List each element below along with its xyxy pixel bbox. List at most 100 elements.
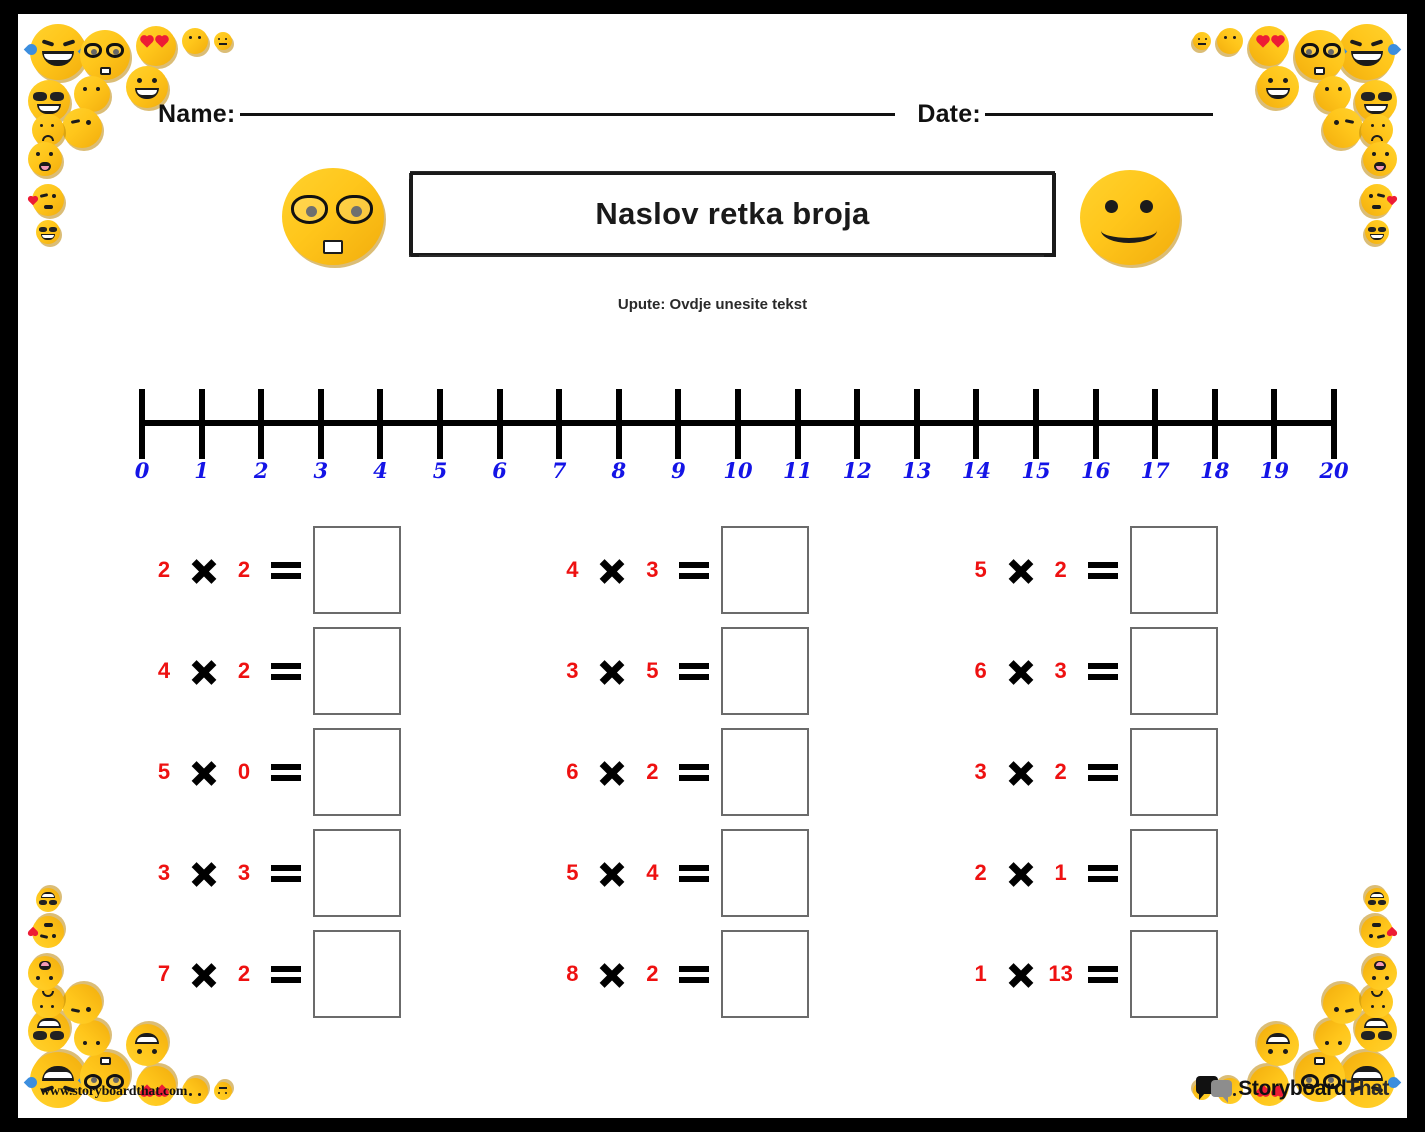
problem-row: 33 [123, 822, 531, 923]
multiply-icon [589, 959, 635, 989]
answer-box[interactable] [721, 929, 810, 1018]
number-line-tick [139, 389, 145, 459]
problem-row: 21 [940, 822, 1348, 923]
site-url: www.storyboardthat.com [40, 1084, 188, 1099]
problem-row: 54 [531, 822, 939, 923]
operand-left: 5 [157, 758, 171, 784]
speech-bubble-icon [1196, 1076, 1233, 1103]
number-line-label: 19 [1259, 458, 1289, 483]
problem-row: 63 [940, 620, 1348, 721]
answer-box[interactable] [313, 525, 401, 614]
operand-right: 2 [1054, 556, 1067, 582]
operand-left: 3 [974, 758, 987, 784]
number-line: 0 1 2 3 4 5 6 7 8 9 10 11 12 13 14 15 16 17 18 19 20 [123, 384, 1349, 494]
tiny-face-emoji [1193, 32, 1211, 50]
equals-icon [265, 963, 311, 985]
kiss-heart-emoji [1361, 184, 1397, 216]
operand-right: 2 [237, 960, 251, 986]
answer-box[interactable] [313, 727, 401, 816]
multiply-icon [181, 656, 227, 686]
problem-row: 22 [123, 519, 531, 620]
problem-row: 35 [531, 620, 939, 721]
problem-row: 82 [531, 923, 939, 1024]
smiley-face-emoji [1080, 170, 1180, 265]
smile-emoji [74, 76, 110, 112]
operand-left: 4 [566, 556, 579, 582]
answer-box[interactable] [721, 828, 810, 917]
number-line-label: 9 [671, 458, 686, 483]
kiss-heart-emoji [1361, 916, 1397, 948]
multiply-icon [181, 757, 227, 787]
heart-eyes-emoji [136, 26, 176, 66]
shocked-face-emoji [28, 142, 62, 176]
equals-icon [265, 862, 311, 884]
number-line-tick [1152, 389, 1159, 459]
number-line-label: 17 [1140, 458, 1170, 483]
wink-emoji [62, 984, 102, 1024]
date-input-line[interactable] [985, 113, 1214, 116]
multiply-icon [181, 858, 227, 888]
number-line-label: 12 [842, 458, 872, 483]
small-sunglasses-emoji [36, 220, 60, 244]
number-line-label: 15 [1021, 458, 1051, 483]
operand-right: 4 [646, 859, 659, 885]
number-line-tick [1033, 389, 1039, 459]
smile-emoji [1315, 76, 1351, 112]
equals-icon [673, 660, 719, 682]
number-line-tick [854, 389, 861, 459]
number-line-tick [317, 389, 324, 459]
operand-right: 2 [1054, 758, 1067, 784]
small-smile-emoji [1217, 28, 1243, 54]
operand-left: 6 [566, 758, 579, 784]
number-line-label: 10 [723, 458, 753, 483]
equals-icon [673, 862, 719, 884]
multiply-icon [998, 555, 1044, 585]
equals-icon [265, 761, 311, 783]
answer-box[interactable] [313, 929, 401, 1018]
multiply-icon [998, 858, 1044, 888]
equals-icon [1082, 660, 1128, 682]
equals-icon [265, 559, 311, 581]
answer-box[interactable] [721, 626, 810, 715]
multiply-icon [998, 656, 1044, 686]
operand-right: 3 [1054, 657, 1067, 683]
operand-left: 6 [974, 657, 987, 683]
number-line-label: 20 [1319, 458, 1349, 483]
number-line-label: 1 [194, 458, 209, 483]
answer-box[interactable] [313, 828, 401, 917]
shocked-face-emoji [1363, 956, 1397, 990]
number-line-label: 14 [961, 458, 991, 483]
number-line-tick [377, 389, 384, 459]
wink-emoji [62, 108, 102, 148]
operand-right: 13 [1048, 960, 1073, 986]
operand-right: 0 [237, 758, 251, 784]
number-line-label: 5 [432, 458, 448, 483]
answer-box[interactable] [721, 727, 810, 816]
small-sunglasses-emoji [1365, 888, 1389, 912]
answer-box[interactable] [1129, 727, 1218, 816]
equals-icon [1082, 559, 1128, 581]
number-line-tick [1092, 389, 1099, 459]
logo-storyboard-text: Storyboard [1238, 1077, 1347, 1100]
operand-right: 2 [237, 556, 251, 582]
number-line-tick [913, 389, 920, 459]
multiply-icon [589, 555, 635, 585]
answer-box[interactable] [1129, 626, 1218, 715]
multiply-icon [181, 959, 227, 989]
answer-box[interactable] [1129, 929, 1218, 1018]
multiply-icon [589, 757, 635, 787]
title-box[interactable]: Naslov retka broja [409, 172, 1055, 257]
heart-eyes-emoji [1249, 26, 1289, 66]
nerd-face-emoji [1295, 30, 1345, 80]
answer-box[interactable] [1129, 828, 1218, 917]
answer-box[interactable] [1129, 525, 1218, 614]
multiply-icon [998, 757, 1044, 787]
number-line-tick [258, 389, 265, 459]
operand-left: 7 [157, 960, 171, 986]
sad-face-emoji [32, 986, 64, 1018]
answer-box[interactable] [313, 626, 401, 715]
equals-icon [673, 559, 719, 581]
answer-box[interactable] [721, 525, 810, 614]
operand-right: 2 [646, 960, 659, 986]
name-input-line[interactable] [239, 113, 895, 116]
